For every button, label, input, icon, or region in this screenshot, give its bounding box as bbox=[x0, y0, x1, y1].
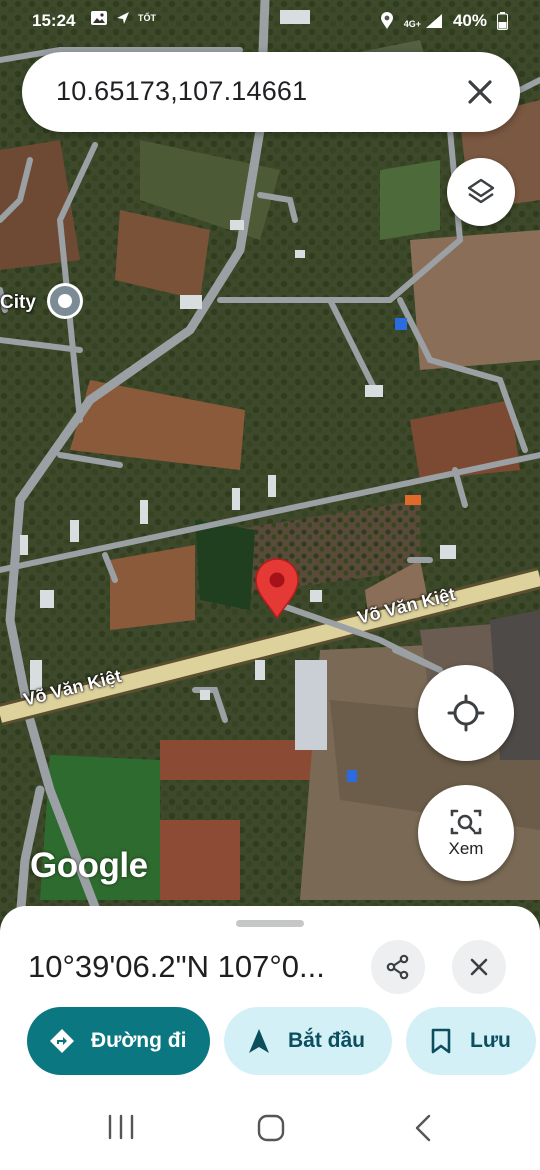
layers-icon bbox=[467, 178, 495, 204]
location-icon bbox=[380, 12, 393, 29]
close-icon[interactable] bbox=[462, 74, 498, 110]
my-location-button[interactable] bbox=[418, 665, 514, 761]
status-notification-icons: TỐT bbox=[90, 10, 156, 26]
battery-percent: 40% bbox=[452, 11, 487, 30]
start-label: Bắt đầu bbox=[288, 1029, 366, 1052]
search-bar[interactable]: 10.65173,107.14661 bbox=[22, 52, 520, 132]
send-icon bbox=[117, 12, 129, 24]
satellite-map[interactable]: City Võ Văn Kiệt Võ Văn Kiệt Google bbox=[0, 0, 540, 920]
share-button[interactable] bbox=[371, 940, 425, 994]
network-type: 4G+ bbox=[403, 19, 421, 29]
status-time: 15:24 bbox=[32, 11, 76, 30]
google-attribution-logo: Google bbox=[30, 846, 148, 885]
directions-icon bbox=[49, 1028, 75, 1054]
coordinates-title: 10°39'06.2"N 107°0... bbox=[28, 949, 325, 984]
navigation-icon bbox=[246, 1028, 272, 1054]
directions-label: Đường đi bbox=[91, 1029, 187, 1052]
city-marker[interactable] bbox=[47, 283, 83, 319]
sheet-close-button[interactable] bbox=[452, 940, 506, 994]
close-icon bbox=[470, 958, 488, 976]
search-query-text[interactable]: 10.65173,107.14661 bbox=[56, 76, 307, 107]
drag-handle[interactable] bbox=[236, 920, 304, 927]
layers-button[interactable] bbox=[447, 158, 515, 226]
start-button[interactable]: Bắt đầu bbox=[224, 1007, 392, 1075]
recents-icon[interactable] bbox=[107, 1114, 135, 1140]
save-button[interactable]: Lưu bbox=[406, 1007, 536, 1075]
satellite-imagery bbox=[0, 0, 540, 920]
image-icon bbox=[91, 11, 107, 25]
home-icon[interactable] bbox=[257, 1114, 285, 1142]
status-small-tag: TỐT bbox=[138, 13, 156, 23]
place-label-city[interactable]: City bbox=[0, 292, 36, 314]
bookmark-icon bbox=[428, 1028, 454, 1054]
back-icon[interactable] bbox=[413, 1114, 433, 1142]
system-navigation-bar bbox=[0, 1088, 540, 1170]
battery-icon bbox=[497, 12, 508, 30]
directions-button[interactable]: Đường đi bbox=[27, 1007, 210, 1075]
save-label: Lưu bbox=[470, 1029, 511, 1052]
status-bar: 15:24 TỐT 4G+ 40% bbox=[0, 0, 540, 42]
lens-view-button[interactable]: Xem bbox=[418, 785, 514, 881]
lens-label: Xem bbox=[448, 839, 484, 858]
share-icon bbox=[386, 954, 409, 980]
lens-icon bbox=[450, 809, 482, 835]
status-system-icons: 4G+ 40% bbox=[380, 11, 508, 31]
signal-icon: 4G+ bbox=[404, 13, 443, 29]
my-location-icon bbox=[447, 694, 485, 732]
